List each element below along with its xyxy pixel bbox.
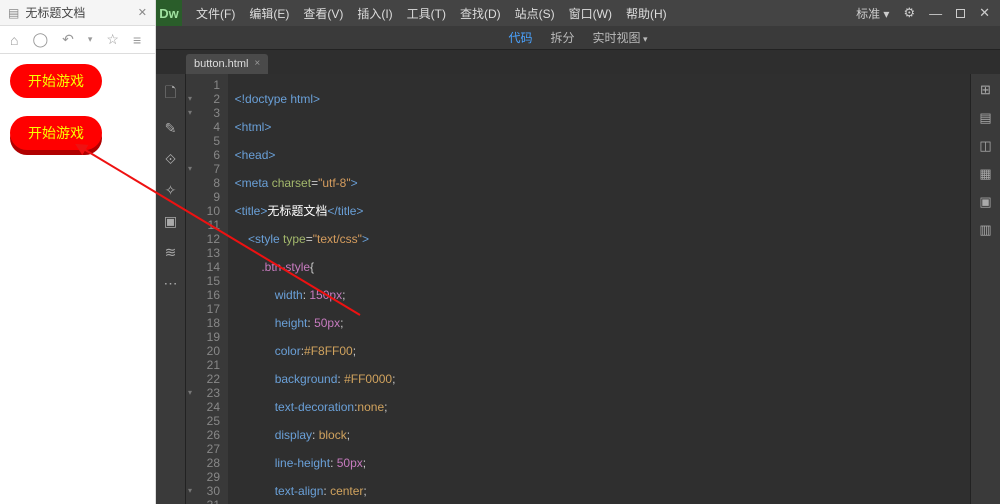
menu-site[interactable]: 站点(S)	[515, 5, 555, 22]
browser-preview-pane: ▤ 无标题文档 ✕ ⌂ ◯ ↶ ▾ ☆ ≡ 开始游戏 开始游戏	[0, 0, 156, 504]
panel-icon[interactable]: ◫	[979, 138, 991, 154]
file-icon[interactable]: 🗋	[165, 82, 176, 106]
close-icon[interactable]: ✕	[979, 5, 990, 21]
undo-icon[interactable]: ↶	[62, 31, 74, 48]
wand-icon[interactable]: ✧	[165, 182, 177, 199]
panel-icon[interactable]: ▤	[979, 110, 991, 126]
css-icon[interactable]: ⟐	[165, 151, 176, 168]
left-toolbar: 🗋 ✎ ⟐ ✧ ▣ ≋ ⋯	[156, 74, 186, 504]
workspace-switcher[interactable]: 标准 ▾	[856, 5, 889, 22]
brush-icon[interactable]: ✎	[165, 120, 177, 137]
title-bar: Dw 文件(F) 编辑(E) 查看(V) 插入(I) 工具(T) 查找(D) 站…	[156, 0, 1000, 26]
minimize-icon[interactable]: —	[929, 6, 942, 21]
title-bar-right: 标准 ▾ ⚙ — ✕	[856, 5, 1000, 22]
file-tab-label: button.html	[194, 58, 248, 70]
chat-icon[interactable]: ▣	[164, 213, 177, 230]
layers-icon[interactable]: ≋	[165, 244, 177, 261]
menu-bar: 文件(F) 编辑(E) 查看(V) 插入(I) 工具(T) 查找(D) 站点(S…	[192, 5, 667, 22]
editor-row: 🗋 ✎ ⟐ ✧ ▣ ≋ ⋯ 12345678910111213141516171…	[156, 74, 1000, 504]
view-code-tab[interactable]: 代码	[508, 29, 532, 46]
menu-insert[interactable]: 插入(I)	[357, 5, 392, 22]
panel-icon[interactable]: ▣	[979, 194, 991, 210]
refresh-icon[interactable]: ◯	[32, 31, 48, 48]
file-tabs: button.html ×	[156, 50, 1000, 74]
maximize-icon[interactable]	[956, 6, 965, 21]
close-icon[interactable]: ✕	[138, 6, 147, 19]
preview-button-2[interactable]: 开始游戏	[10, 116, 102, 150]
preview-viewport: 开始游戏 开始游戏	[0, 54, 155, 178]
menu-file[interactable]: 文件(F)	[196, 5, 235, 22]
preview-button-1[interactable]: 开始游戏	[10, 64, 102, 98]
app-logo: Dw	[156, 0, 182, 26]
close-icon[interactable]: ×	[254, 58, 260, 70]
menu-tools[interactable]: 工具(T)	[407, 5, 446, 22]
code-editor[interactable]: 1234567891011121314151617181920212223242…	[186, 74, 970, 504]
code-lines[interactable]: <!doctype html> <html> <head> <meta char…	[228, 74, 970, 504]
panel-icon[interactable]: ⊞	[980, 82, 991, 98]
browser-tab[interactable]: ▤ 无标题文档 ✕	[0, 0, 155, 26]
menu-find[interactable]: 查找(D)	[460, 5, 501, 22]
options-icon[interactable]: ≡	[133, 32, 141, 48]
menu-view[interactable]: 查看(V)	[303, 5, 343, 22]
menu-window[interactable]: 窗口(W)	[569, 5, 612, 22]
file-tab-active[interactable]: button.html ×	[186, 54, 268, 74]
document-icon: ▤	[8, 6, 19, 20]
browser-tab-title: 无标题文档	[25, 4, 85, 21]
gear-icon[interactable]: ⚙	[903, 5, 915, 21]
browser-toolbar: ⌂ ◯ ↶ ▾ ☆ ≡	[0, 26, 155, 54]
view-split-tab[interactable]: 拆分	[550, 29, 574, 46]
more-icon[interactable]: ⋯	[164, 275, 178, 292]
home-icon[interactable]: ⌂	[10, 32, 18, 48]
menu-edit[interactable]: 编辑(E)	[249, 5, 289, 22]
menu-help[interactable]: 帮助(H)	[626, 5, 667, 22]
view-switch-bar: 代码 拆分 实时视图	[156, 26, 1000, 50]
view-live-tab[interactable]: 实时视图	[592, 29, 647, 46]
right-panel-icons: ⊞ ▤ ◫ ▦ ▣ ▥	[970, 74, 1000, 504]
star-icon[interactable]: ☆	[106, 31, 119, 48]
panel-icon[interactable]: ▦	[979, 166, 991, 182]
line-gutter: 1234567891011121314151617181920212223242…	[186, 74, 228, 504]
panel-icon[interactable]: ▥	[979, 222, 991, 238]
ide-window: Dw 文件(F) 编辑(E) 查看(V) 插入(I) 工具(T) 查找(D) 站…	[156, 0, 1000, 504]
chevron-down-icon[interactable]: ▾	[88, 34, 93, 45]
